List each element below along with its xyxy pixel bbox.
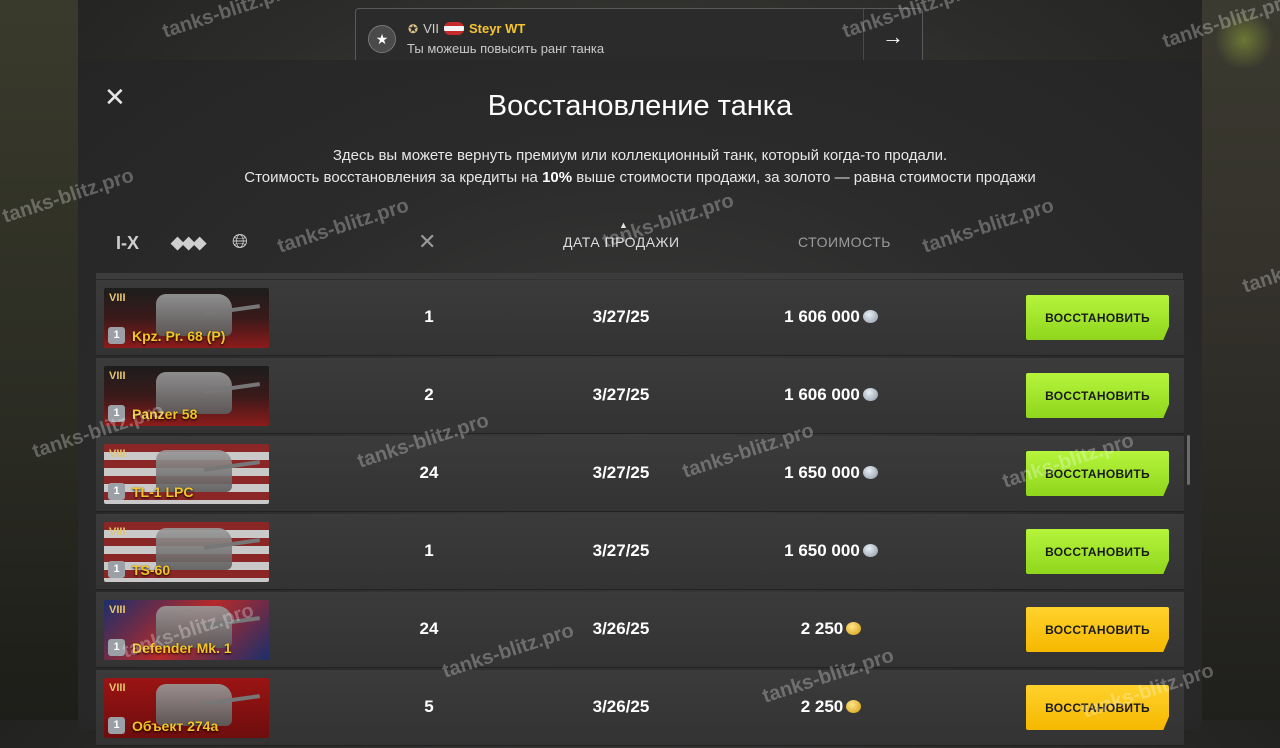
tank-tier: VIII: [109, 448, 126, 460]
star-badge-icon: ★: [368, 25, 396, 53]
credits-coin-icon: [862, 466, 878, 479]
tank-name: Объект 274а: [132, 718, 219, 734]
description-line-2: Стоимость восстановления за кредиты на 1…: [244, 169, 1036, 186]
notification-tank-name: Steyr WT: [468, 21, 526, 36]
tank-tier: VIII: [109, 370, 126, 382]
percent-value: 10%: [542, 169, 573, 186]
modal-title: Восстановление танка: [487, 90, 793, 122]
credits-coin-icon: [862, 388, 878, 401]
tank-thumbnail: VIII 1 TL-1 LPC: [104, 444, 269, 504]
austria-flag-icon: [443, 22, 464, 35]
battles-count: 5: [424, 697, 434, 716]
table-row[interactable]: VIII 1 Kpz. Pr. 68 (P) 1 3/27/25 1 606 0…: [96, 280, 1184, 356]
tank-thumbnail: VIII 1 Kpz. Pr. 68 (P): [104, 288, 269, 348]
tank-tier: VIII: [109, 682, 126, 694]
gold-coin-icon: [846, 700, 862, 713]
restore-button[interactable]: ВОССТАНОВИТЬ: [1026, 607, 1169, 652]
mastery-badge: 1: [108, 561, 125, 578]
notification-message: Ты можешь повысить ранг танка: [407, 41, 605, 56]
tier-filter[interactable]: I-X: [116, 233, 139, 261]
tank-name: TL-1 LPC: [132, 484, 194, 500]
restore-cost: 1 606 000: [756, 307, 906, 327]
vehicle-type-filter-icon[interactable]: ◆◆◆: [171, 233, 206, 261]
tank-tier: VIII: [109, 526, 126, 538]
battles-count: 1: [424, 541, 434, 560]
header-divider: [96, 273, 1183, 279]
rank-up-notification[interactable]: ★ ✪ VII Steyr WT Ты можешь повысить ранг…: [355, 8, 923, 65]
table-row[interactable]: VIII 1 Panzer 58 2 3/27/25 1 606 000 ВОС…: [96, 358, 1184, 434]
watermark-text: tanks-blitz.pro: [159, 0, 297, 43]
restore-cost: 1 650 000: [756, 463, 906, 483]
mastery-badge: 1: [108, 483, 125, 500]
battles-count: 2: [424, 385, 434, 404]
tank-thumbnail: VIII 1 Объект 274а: [104, 678, 269, 738]
crossed-guns-icon[interactable]: ✕: [418, 229, 436, 257]
scrollbar[interactable]: [1187, 435, 1190, 485]
sale-date: 3/26/25: [592, 697, 650, 716]
tank-tier: VIII: [109, 604, 126, 616]
table-row[interactable]: VIII 1 Объект 274а 5 3/26/25 2 250 ВОССТ…: [96, 670, 1184, 746]
description-line-1: Здесь вы можете вернуть премиум или колл…: [332, 147, 948, 164]
battles-count: 24: [419, 619, 439, 638]
restore-button[interactable]: ВОССТАНОВИТЬ: [1026, 529, 1169, 574]
rank-icon: ✪: [408, 21, 419, 36]
modal-description: Здесь вы можете вернуть премиум или колл…: [0, 145, 1280, 189]
restore-button[interactable]: ВОССТАНОВИТЬ: [1026, 295, 1169, 340]
battles-count: 24: [419, 463, 439, 482]
sale-date: 3/27/25: [592, 463, 650, 482]
credits-coin-icon: [862, 310, 878, 323]
credits-coin-icon: [862, 544, 878, 557]
notification-tier: VII: [423, 21, 439, 36]
gold-coin-icon: [846, 622, 862, 635]
table-row[interactable]: VIII 1 TS-60 1 3/27/25 1 650 000 ВОССТАН…: [96, 514, 1184, 590]
mastery-badge: 1: [108, 327, 125, 344]
table-row[interactable]: VIII 1 Defender Mk. 1 24 3/26/25 2 250 В…: [96, 592, 1184, 668]
restore-cost: 1 606 000: [756, 385, 906, 405]
restore-button[interactable]: ВОССТАНОВИТЬ: [1026, 373, 1169, 418]
sale-date: 3/27/25: [592, 385, 650, 404]
tank-list: VIII 1 Kpz. Pr. 68 (P) 1 3/27/25 1 606 0…: [96, 280, 1184, 748]
tank-tier: VIII: [109, 292, 126, 304]
tank-name: TS-60: [132, 562, 171, 578]
tank-name: Kpz. Pr. 68 (P): [132, 328, 226, 344]
restore-cost: 1 650 000: [756, 541, 906, 561]
globe-icon[interactable]: 🌐︎: [232, 231, 248, 259]
sort-cost-header[interactable]: СТОИМОСТЬ: [798, 234, 891, 262]
tank-thumbnail: VIII 1 TS-60: [104, 522, 269, 582]
sale-date: 3/27/25: [592, 307, 650, 326]
restore-cost: 2 250: [756, 619, 906, 639]
sale-date: 3/27/25: [592, 541, 650, 560]
notification-title: ✪ VII Steyr WT: [408, 21, 525, 36]
battles-count: 1: [424, 307, 434, 326]
